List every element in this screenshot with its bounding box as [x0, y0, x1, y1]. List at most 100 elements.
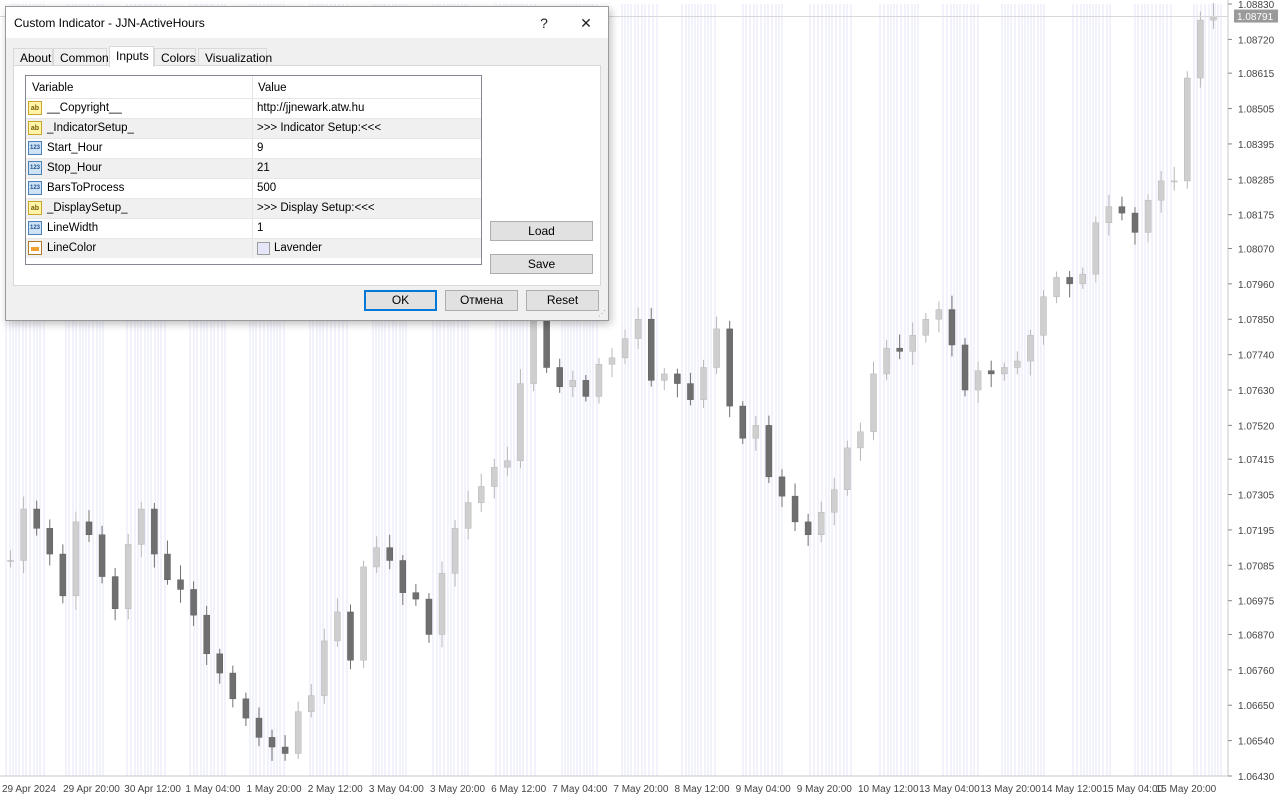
number-param-icon: 123: [28, 181, 42, 195]
candle-body: [883, 347, 890, 375]
variable-value[interactable]: Lavender: [274, 242, 322, 254]
color-swatch[interactable]: [257, 242, 270, 255]
y-tick-label: 1.08395: [1238, 140, 1275, 151]
candle-body: [203, 614, 210, 655]
y-tick-label: 1.07960: [1238, 280, 1275, 291]
candle-body: [111, 576, 119, 609]
cancel-button[interactable]: Отмена: [445, 290, 518, 311]
variable-value[interactable]: >>> Display Setup:<<<: [257, 202, 375, 214]
candle-body: [817, 511, 825, 536]
candle-body: [739, 405, 747, 439]
candle-body: [634, 318, 642, 339]
table-row[interactable]: ab _IndicatorSetup_ >>> Indicator Setup:<<…: [26, 118, 481, 139]
candle-body: [752, 425, 760, 439]
candle-body: [151, 508, 158, 555]
table-row[interactable]: 123 LineWidth 1: [26, 218, 481, 239]
candle-body: [1079, 273, 1086, 285]
x-tick-label: 6 May 12:00: [491, 784, 546, 795]
candle-body: [1157, 180, 1165, 201]
close-button[interactable]: ✕: [572, 12, 600, 34]
candle-body: [582, 380, 590, 397]
last-price-label: 1.08791: [1237, 12, 1274, 23]
y-tick-label: 1.06975: [1238, 597, 1275, 608]
y-tick-label: 1.07305: [1238, 491, 1275, 502]
x-tick-label: 30 Apr 12:00: [124, 784, 181, 795]
dialog-titlebar[interactable]: Custom Indicator - JJN-ActiveHours ? ✕: [6, 7, 608, 38]
x-tick-label: 7 May 04:00: [552, 784, 607, 795]
variable-name: LineWidth: [47, 222, 99, 234]
variable-value[interactable]: 500: [257, 182, 276, 194]
grid-header: Variable Value: [26, 76, 481, 98]
variable-value[interactable]: 9: [257, 142, 263, 154]
candle-body: [726, 328, 733, 407]
candle-body: [308, 695, 315, 712]
candle-body: [98, 534, 106, 577]
table-row[interactable]: 123 Start_Hour 9: [26, 138, 481, 159]
x-tick-label: 7 May 20:00: [613, 784, 668, 795]
candle-body: [804, 521, 812, 536]
candle-body: [556, 367, 563, 388]
y-tick-label: 1.08720: [1238, 35, 1275, 46]
candle-body: [255, 717, 263, 738]
variable-value[interactable]: http://jjnewark.atw.hu: [257, 102, 364, 114]
candle-body: [294, 711, 302, 754]
candle-body: [229, 672, 237, 700]
table-row[interactable]: 123 Stop_Hour 21: [26, 158, 481, 179]
y-tick-label: 1.07740: [1238, 351, 1275, 362]
candle-body: [438, 573, 446, 635]
load-button[interactable]: Load: [490, 221, 593, 241]
y-tick-label: 1.06540: [1238, 737, 1275, 748]
table-row[interactable]: LineColor Lavender: [26, 238, 481, 259]
candle-body: [595, 364, 603, 397]
x-tick-label: 3 May 04:00: [369, 784, 424, 795]
y-tick-label: 1.08285: [1238, 175, 1275, 186]
candle-body: [1092, 222, 1100, 275]
y-tick-label: 1.06430: [1238, 772, 1275, 783]
candle-body: [765, 425, 773, 478]
candle-body: [373, 547, 380, 568]
variable-value[interactable]: 1: [257, 222, 263, 234]
help-button[interactable]: ?: [530, 12, 558, 34]
candle-body: [1170, 180, 1178, 183]
column-header-value[interactable]: Value: [258, 82, 287, 94]
table-row[interactable]: ab _DisplaySetup_ >>> Display Setup:<<<: [26, 198, 481, 219]
candle-body: [1105, 206, 1113, 223]
column-header-variable[interactable]: Variable: [32, 82, 73, 94]
candle-body: [844, 447, 851, 490]
x-tick-label: 9 May 04:00: [736, 784, 791, 795]
candle-body: [46, 528, 54, 555]
table-row[interactable]: ab __Copyright__ http://jjnewark.atw.hu: [26, 98, 481, 119]
color-param-icon: [28, 241, 42, 255]
tab-colors[interactable]: Colors: [154, 48, 196, 66]
candle-body: [85, 521, 93, 536]
table-row[interactable]: 123 BarsToProcess 500: [26, 178, 481, 199]
tab-visualization[interactable]: Visualization: [198, 48, 272, 66]
tab-common[interactable]: Common: [53, 48, 109, 66]
candle-body: [1066, 277, 1073, 285]
candle-body: [216, 653, 223, 674]
y-tick-label: 1.08175: [1238, 211, 1275, 222]
variable-name: _IndicatorSetup_: [47, 122, 134, 134]
y-tick-label: 1.06650: [1238, 701, 1275, 712]
resize-grip-icon[interactable]: ⋰: [598, 310, 606, 318]
candle-body: [896, 347, 903, 352]
candle-body: [7, 560, 14, 562]
tab-about[interactable]: About: [13, 48, 53, 66]
ok-button[interactable]: OK: [364, 290, 437, 311]
reset-button[interactable]: Reset: [526, 290, 599, 311]
x-tick-label: 15 May 04:00: [1102, 784, 1163, 795]
tab-inputs[interactable]: Inputs: [109, 46, 154, 67]
candle-body: [347, 611, 354, 661]
y-tick-label: 1.08830: [1238, 0, 1275, 11]
variable-name: LineColor: [47, 242, 97, 254]
candle-body: [334, 611, 341, 642]
candle-body: [268, 737, 276, 748]
x-tick-label: 8 May 12:00: [675, 784, 730, 795]
candle-body: [974, 370, 982, 391]
inputs-grid: Variable Value ab __Copyright__ http://jjn…: [25, 75, 482, 265]
candle-body: [477, 486, 485, 503]
save-button[interactable]: Save: [490, 254, 593, 274]
variable-value[interactable]: 21: [257, 162, 270, 174]
variable-value[interactable]: >>> Indicator Setup:<<<: [257, 122, 381, 134]
candle-body: [59, 553, 67, 597]
